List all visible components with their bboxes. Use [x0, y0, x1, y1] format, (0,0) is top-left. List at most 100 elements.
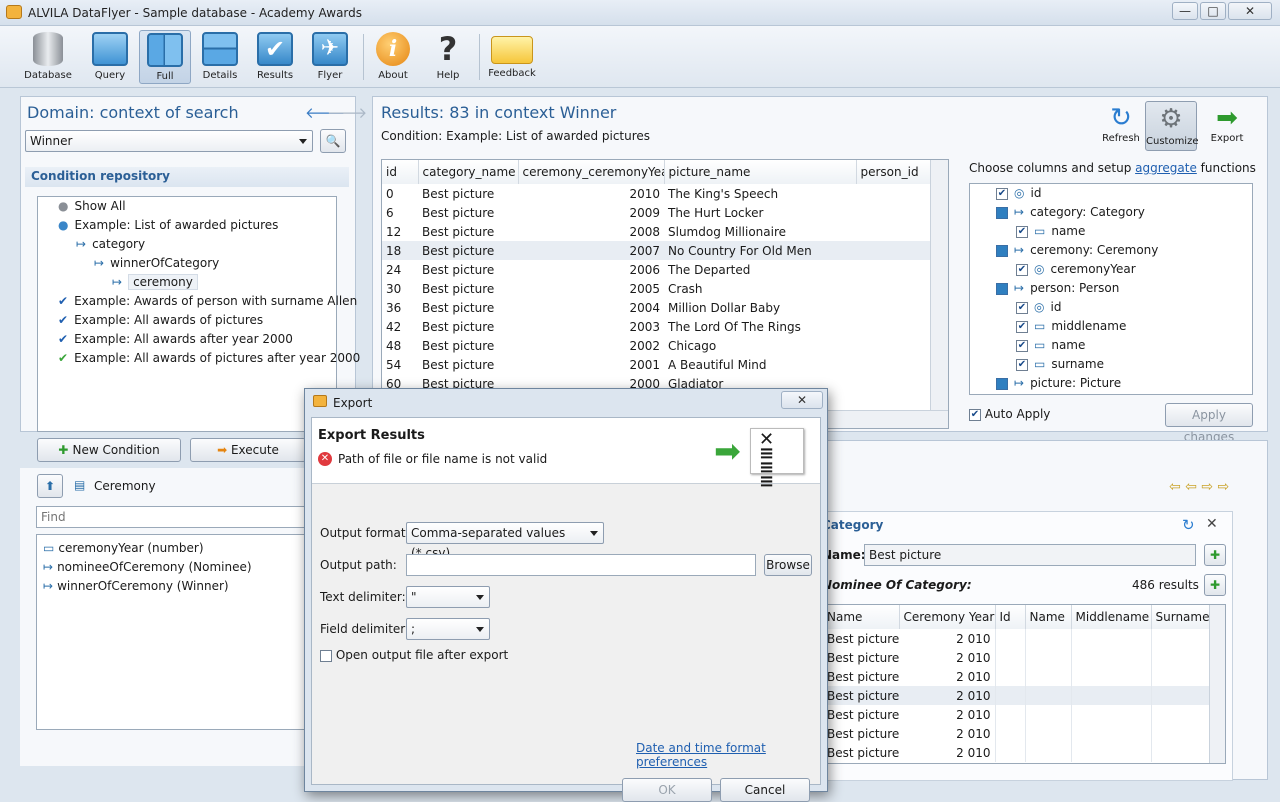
field-item[interactable]: ↦ winnerOfCeremony (Winner) [43, 577, 303, 596]
condition-item[interactable]: ✔ Example: All awards of pictures [38, 311, 336, 330]
expand-icon[interactable] [996, 377, 1008, 390]
feedback-button[interactable]: Feedback [486, 30, 538, 84]
column-header[interactable]: category_name [418, 160, 519, 184]
column-option[interactable]: ↦ person: Person [970, 279, 1252, 298]
expand-icon[interactable] [996, 282, 1008, 295]
text-delimiter-select[interactable]: " [406, 586, 490, 608]
domain-select[interactable]: Winner [25, 130, 313, 152]
checkbox-icon[interactable]: ✔ [1016, 225, 1028, 238]
results-scrollbar[interactable] [930, 160, 948, 410]
column-option[interactable]: ✔ ◎ ceremonyYear [970, 260, 1252, 279]
column-header[interactable]: Name [1025, 605, 1072, 629]
column-option[interactable]: ↦ picture: Picture [970, 374, 1252, 393]
flyer-button[interactable]: ✈ Flyer [304, 30, 356, 84]
output-path-input[interactable] [406, 554, 756, 576]
search-button[interactable]: 🔍 [320, 129, 346, 153]
column-option[interactable]: ↦ category: Category [970, 203, 1252, 222]
field-delimiter-select[interactable]: ; [406, 618, 490, 640]
execute-button[interactable]: ➡ Execute [190, 438, 306, 462]
auto-apply-checkbox[interactable]: ✔ Auto Apply [969, 407, 1050, 421]
column-option[interactable]: ✔ ◎ id [970, 184, 1252, 203]
column-option[interactable]: ✔▭name [970, 336, 1252, 355]
table-row[interactable]: Best picture 2 010 [823, 724, 1209, 743]
help-button[interactable]: ? Help [422, 30, 474, 84]
database-button[interactable]: Database [22, 30, 74, 84]
find-input[interactable] [36, 506, 310, 528]
forward-arrow-icon[interactable]: 🡒 [327, 103, 367, 122]
checkbox-icon[interactable]: ✔ [1016, 320, 1028, 333]
column-header[interactable]: Id [995, 605, 1026, 629]
table-row[interactable]: Best picture 2 010 [823, 648, 1209, 667]
column-option[interactable]: ✔ ▭ middlename [970, 317, 1252, 336]
column-header[interactable]: Name [823, 605, 900, 629]
checkbox-icon[interactable]: ✔ [996, 187, 1008, 200]
table-row[interactable]: 54 Best picture 2001 A Beautiful Mind [382, 355, 930, 374]
column-option[interactable]: ✔▭name [970, 222, 1252, 241]
table-row[interactable]: Best picture 2 010 [823, 629, 1209, 648]
results-button[interactable]: ✔ Results [249, 30, 301, 84]
aggregate-link[interactable]: aggregate [1135, 161, 1197, 175]
date-format-link[interactable]: Date and time format preferences [636, 741, 820, 769]
refresh-icon[interactable]: ↻ [1182, 516, 1195, 534]
browse-button[interactable]: Browse [764, 554, 812, 576]
column-header[interactable]: Surname [1151, 605, 1210, 629]
condition-item[interactable]: ● Example: List of awarded pictures [38, 216, 336, 235]
expand-icon[interactable] [996, 206, 1008, 219]
column-header[interactable]: person_id [856, 160, 931, 184]
table-row[interactable]: 36 Best picture 2004 Million Dollar Baby [382, 298, 930, 317]
table-row[interactable]: 12 Best picture 2008 Slumdog Millionaire [382, 222, 930, 241]
apply-changes-button[interactable]: Apply changes [1165, 403, 1253, 444]
close-icon[interactable]: ✕ [1206, 516, 1218, 532]
table-row[interactable]: 6 Best picture 2009 The Hurt Locker [382, 203, 930, 222]
checkbox-icon[interactable]: ✔ [1016, 358, 1028, 371]
condition-item[interactable]: ↦ category [38, 235, 336, 254]
nominee-scrollbar[interactable] [1209, 605, 1225, 763]
checkbox-icon[interactable]: ✔ [1016, 263, 1028, 276]
column-option[interactable]: ✔▭name [970, 393, 1252, 394]
column-header[interactable]: picture_name [664, 160, 857, 184]
add-button[interactable]: ✚ [1204, 544, 1226, 566]
column-header[interactable]: Ceremony Year [899, 605, 996, 629]
ok-button[interactable]: OK [622, 778, 712, 802]
column-option[interactable]: ✔ ▭ surname [970, 355, 1252, 374]
full-button[interactable]: Full [139, 30, 191, 84]
add-nominee-button[interactable]: ✚ [1204, 574, 1226, 596]
refresh-button[interactable]: ↻ Refresh [1101, 103, 1141, 144]
table-row[interactable]: 48 Best picture 2002 Chicago [382, 336, 930, 355]
customize-button[interactable]: ⚙ Customize [1145, 101, 1199, 151]
condition-item[interactable]: ↦ winnerOfCategory [38, 254, 336, 273]
expand-icon[interactable] [996, 244, 1008, 257]
details-button[interactable]: Details [194, 30, 246, 84]
column-header[interactable]: id [382, 160, 419, 184]
table-row[interactable]: 30 Best picture 2005 Crash [382, 279, 930, 298]
condition-item[interactable]: ✔ Example: All awards after year 2000 [38, 330, 336, 349]
dialog-close-button[interactable]: ✕ [781, 391, 823, 409]
field-item[interactable]: ↦ nomineeOfCeremony (Nominee) [43, 558, 303, 577]
cancel-button[interactable]: Cancel [720, 778, 810, 802]
close-button[interactable]: ✕ [1228, 2, 1272, 20]
column-header[interactable]: ceremony_ceremonyYear [518, 160, 665, 184]
checkbox-icon[interactable]: ✔ [1016, 339, 1028, 352]
query-button[interactable]: Query [84, 30, 136, 84]
condition-item[interactable]: ✔ Example: All awards of pictures after y… [38, 349, 360, 368]
new-condition-button[interactable]: ✚ New Condition [37, 438, 181, 462]
condition-item[interactable]: ● Show All [38, 197, 336, 216]
table-row[interactable]: Best picture 2 010 [823, 686, 1209, 705]
maximize-button[interactable]: □ [1200, 2, 1226, 20]
table-row[interactable]: 24 Best picture 2006 The Departed [382, 260, 930, 279]
table-row[interactable]: 42 Best picture 2003 The Lord Of The Rings [382, 317, 930, 336]
export-button[interactable]: ➡ Export [1205, 103, 1249, 144]
condition-item[interactable]: ↦ ceremony [38, 273, 336, 292]
open-after-export-checkbox[interactable]: Open output file after export [320, 648, 508, 662]
checkbox-icon[interactable]: ✔ [1016, 301, 1028, 314]
condition-item[interactable]: ✔ Example: Awards of person with surname … [38, 292, 357, 311]
column-header[interactable]: Middlename [1071, 605, 1152, 629]
field-item[interactable]: ▭ ceremonyYear (number) [43, 539, 303, 558]
format-select[interactable]: Comma-separated values (*.csv) [406, 522, 604, 560]
table-row[interactable]: 18 Best picture 2007 No Country For Old Men [382, 241, 930, 260]
column-option[interactable]: ↦ ceremony: Ceremony [970, 241, 1252, 260]
column-option[interactable]: ✔ ◎ id [970, 298, 1252, 317]
up-arrow-button[interactable]: ⬆ [37, 474, 63, 498]
nav-first-icon[interactable]: ⇦ ⇦ ⇨ ⇨ [1169, 479, 1229, 495]
table-row[interactable]: Best picture 2 010 [823, 705, 1209, 724]
